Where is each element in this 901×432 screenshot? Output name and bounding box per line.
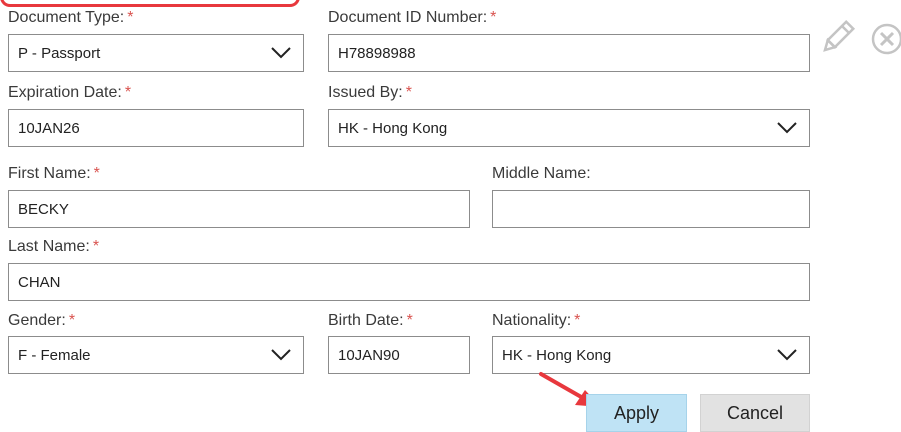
expiration-date-value: 10JAN26 [18,119,80,137]
expiration-date-input[interactable]: 10JAN26 [8,109,304,147]
nationality-value: HK - Hong Kong [502,346,612,364]
middle-name-label: Middle Name: [492,165,591,182]
first-name-label: First Name: * [8,165,100,182]
birth-date-input[interactable]: 10JAN90 [328,336,470,374]
nationality-label: Nationality: * [492,312,581,329]
apply-button[interactable]: Apply [586,394,687,432]
issued-by-label: Issued By: * [328,84,412,101]
first-name-value: BECKY [18,200,69,218]
expiration-date-label: Expiration Date: * [8,84,132,101]
gender-select[interactable]: F - Female [8,336,304,374]
pencil-icon[interactable] [818,18,856,58]
middle-name-input[interactable] [492,190,810,228]
cancel-button[interactable]: Cancel [700,394,810,432]
last-name-input[interactable]: CHAN [8,263,810,301]
chevron-down-icon [777,349,797,361]
issued-by-select[interactable]: HK - Hong Kong [328,109,810,147]
chevron-down-icon [271,47,291,59]
gender-label: Gender: * [8,312,76,329]
first-name-input[interactable]: BECKY [8,190,470,228]
document-id-value: H78898988 [338,44,416,62]
chevron-down-icon [777,122,797,134]
document-id-label: Document ID Number: * [328,9,497,26]
document-id-input[interactable]: H78898988 [328,34,810,72]
document-type-label: Document Type: * [8,9,134,26]
last-name-value: CHAN [18,273,61,291]
birth-date-value: 10JAN90 [338,346,400,364]
annotation-highlight [0,0,300,7]
chevron-down-icon [271,349,291,361]
gender-value: F - Female [18,346,91,364]
issued-by-value: HK - Hong Kong [338,119,448,137]
close-circle-icon[interactable] [870,22,901,56]
document-type-select[interactable]: P - Passport [8,34,304,72]
birth-date-label: Birth Date: * [328,312,413,329]
last-name-label: Last Name: * [8,238,100,255]
document-type-value: P - Passport [18,44,101,62]
